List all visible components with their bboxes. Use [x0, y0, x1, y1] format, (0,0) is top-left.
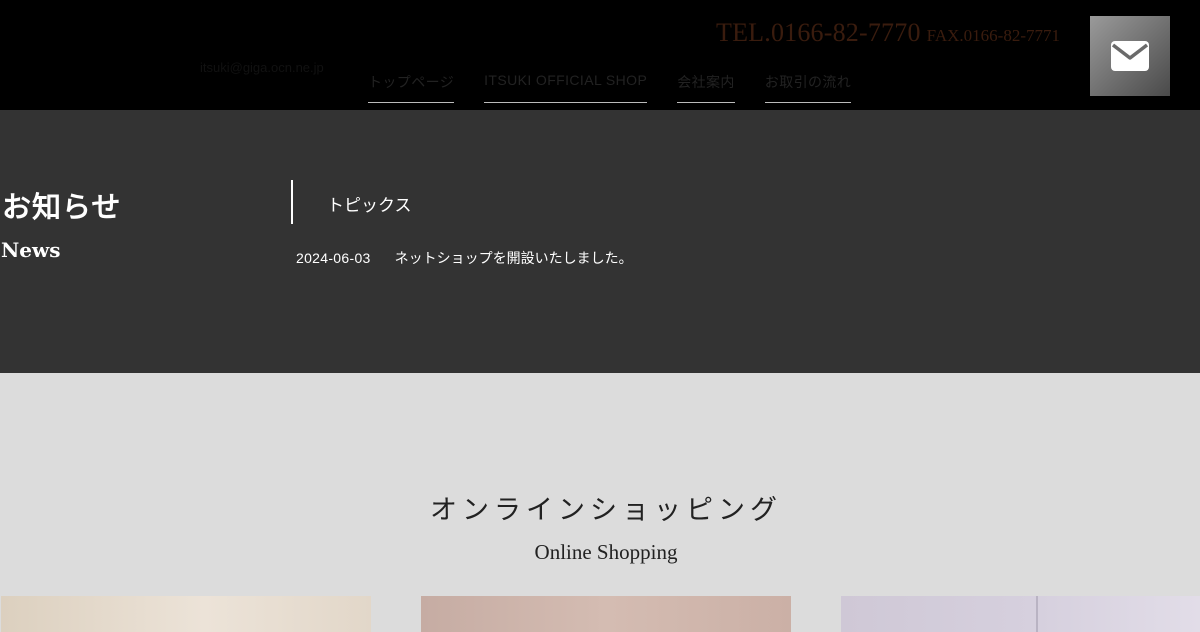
- news-text[interactable]: ネットショップを開設いたしました。: [395, 250, 633, 266]
- news-item[interactable]: 2024-06-03 ネットショップを開設いたしました。: [296, 248, 633, 268]
- topics-divider: [291, 180, 293, 224]
- shopping-subheading: Online Shopping: [534, 540, 678, 564]
- product-card-image[interactable]: [841, 596, 1200, 632]
- news-date: 2024-06-03: [296, 250, 371, 266]
- global-nav: トップページ ITSUKI OFFICIAL SHOP 会社案内 お取引の流れ: [368, 72, 852, 103]
- envelope-icon: [1111, 41, 1149, 71]
- news-heading: お知らせ: [2, 190, 122, 224]
- nav-item-flow[interactable]: お取引の流れ: [764, 72, 852, 103]
- shopping-heading: オンラインショッピング: [430, 495, 782, 526]
- nav-item-top[interactable]: トップページ: [368, 72, 455, 103]
- product-card-image[interactable]: [421, 596, 791, 632]
- topics-label: トピックス: [327, 196, 412, 216]
- nav-item-company[interactable]: 会社案内: [677, 72, 735, 103]
- site-header: TEL.0166-82-7770 FAX.0166-82-7771 itsuki@…: [0, 0, 1200, 110]
- news-section: お知らせ News トピックス 2024-06-03 ネットショップを開設いたしま…: [0, 110, 1200, 373]
- email-address[interactable]: itsuki@giga.ocn.ne.jp: [200, 60, 324, 75]
- mail-button[interactable]: [1090, 16, 1170, 96]
- fax-number: FAX.0166-82-7771: [926, 26, 1060, 45]
- product-card-image[interactable]: [1, 596, 371, 632]
- contact-info: TEL.0166-82-7770 FAX.0166-82-7771: [716, 18, 1060, 48]
- nav-item-official-shop[interactable]: ITSUKI OFFICIAL SHOP: [484, 72, 648, 103]
- news-subheading: News: [1, 238, 61, 262]
- tel-number[interactable]: TEL.0166-82-7770: [716, 18, 921, 47]
